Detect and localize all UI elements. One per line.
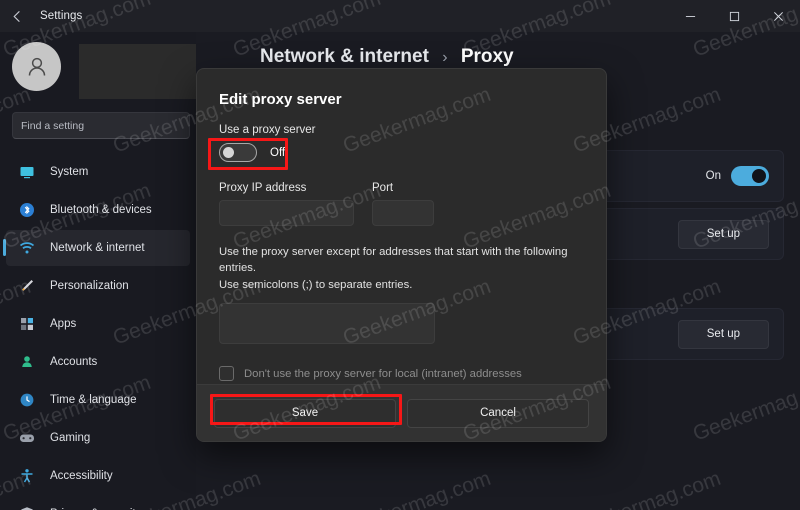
card-controls: On [706,151,769,201]
sidebar-item-label: Time & language [50,394,137,406]
search-box[interactable] [12,112,190,139]
sidebar-item-bluetooth-devices[interactable]: Bluetooth & devices [6,192,190,228]
proxy-ip-input[interactable] [219,200,354,226]
breadcrumb-separator-icon: › [442,49,448,66]
maximize-icon[interactable] [712,0,756,32]
breadcrumb: Network & internet › Proxy [260,46,514,68]
sidebar-item-personalization[interactable]: Personalization [6,268,190,304]
sidebar-item-privacy-security[interactable]: Privacy & security [6,496,190,510]
set-up-button[interactable]: Set up [677,219,769,249]
dialog-body: Edit proxy server Use a proxy server Off… [197,69,606,382]
shield-icon [18,505,36,510]
sidebar-item-label: Apps [50,318,77,330]
sidebar-item-label: Personalization [50,280,129,292]
use-proxy-state-label: Off [270,146,286,159]
paintbrush-icon [18,277,36,295]
save-button[interactable]: Save [214,398,396,428]
settings-window: Settings Find a setting System Bluetooth… [0,0,800,510]
search-input[interactable] [21,119,181,132]
sidebar-nav: System Bluetooth & devices Network & int… [0,154,196,510]
local-intranet-label: Don't use the proxy server for local (in… [244,367,522,380]
minimize-icon[interactable] [668,0,712,32]
set-up-button[interactable]: Set up [677,319,769,349]
toggle-knob [223,147,234,158]
use-proxy-label: Use a proxy server [219,124,316,136]
user-profile[interactable] [12,42,209,99]
exceptions-hint: Use the proxy server except for addresse… [219,244,584,293]
sidebar-item-apps[interactable]: Apps [6,306,190,342]
proxy-address-row: Proxy IP address Port [219,182,584,226]
breadcrumb-current: Proxy [460,46,514,67]
toggle-knob [752,169,766,183]
exceptions-hint-line1: Use the proxy server except for addresse… [219,246,568,275]
card-controls: Set up [677,309,769,359]
auto-detect-toggle[interactable] [731,166,769,186]
sidebar-item-label: Network & internet [50,242,145,254]
person-icon [18,353,36,371]
port-label: Port [372,182,394,194]
local-intranet-checkbox-row: Don't use the proxy server for local (in… [219,366,584,382]
sidebar-item-label: Accessibility [50,470,113,482]
use-proxy-toggle[interactable] [219,143,257,162]
wifi-icon [18,239,36,257]
breadcrumb-root[interactable]: Network & internet [260,46,429,67]
dialog-footer: Save Cancel [197,384,606,441]
title-bar: Settings [0,0,800,32]
bluetooth-icon [18,201,36,219]
sidebar-item-accessibility[interactable]: Accessibility [6,458,190,494]
sidebar-item-label: Gaming [50,432,91,444]
cancel-button[interactable]: Cancel [407,398,589,428]
local-intranet-checkbox[interactable] [219,366,234,382]
sidebar-item-label: Accounts [50,356,98,368]
close-icon[interactable] [756,0,800,32]
app-title: Settings [40,10,83,22]
apps-grid-icon [18,315,36,333]
use-proxy-toggle-row: Off [219,143,584,162]
accessibility-icon [18,467,36,485]
sidebar-item-label: Bluetooth & devices [50,204,152,216]
edit-proxy-server-dialog: Edit proxy server Use a proxy server Off… [196,68,607,442]
sidebar-item-gaming[interactable]: Gaming [6,420,190,456]
sidebar-item-system[interactable]: System [6,154,190,190]
proxy-ip-label: Proxy IP address [219,182,307,194]
toggle-label: On [705,170,721,182]
sidebar-item-network-internet[interactable]: Network & internet [3,230,190,266]
dialog-title: Edit proxy server [219,91,342,108]
card-controls: Set up [677,209,769,259]
sidebar-item-label: System [50,166,89,178]
back-arrow-icon[interactable] [0,0,34,32]
port-input[interactable] [372,200,434,226]
sidebar-item-time-language[interactable]: Time & language [6,382,190,418]
sidebar: System Bluetooth & devices Network & int… [0,32,209,510]
avatar [12,42,61,91]
account-name-redacted [79,44,209,99]
exceptions-textarea[interactable] [219,303,435,345]
exceptions-hint-line2: Use semicolons (;) to separate entries. [219,278,413,291]
gamepad-icon [18,429,36,447]
sidebar-item-accounts[interactable]: Accounts [6,344,190,380]
proxy-ip-field-group: Proxy IP address [219,182,354,226]
clock-icon [18,391,36,409]
window-controls [668,0,800,32]
port-field-group: Port [372,182,434,226]
monitor-icon [18,163,36,181]
